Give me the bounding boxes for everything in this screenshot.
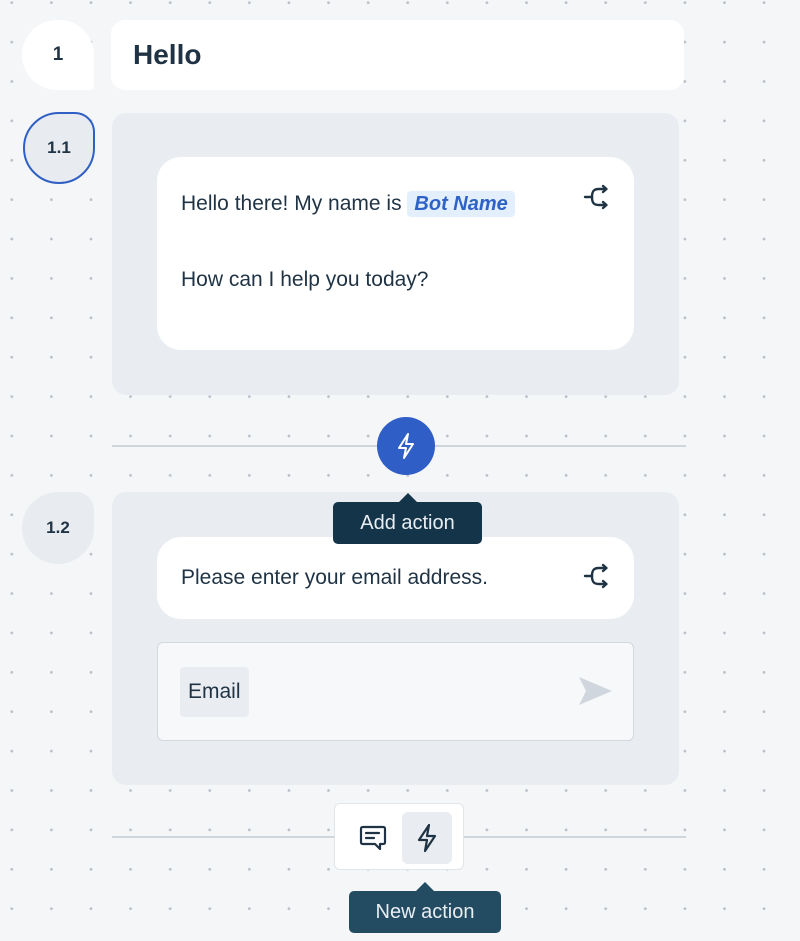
tooltip-text: Add action [360, 511, 455, 534]
message-text: Please enter your email address. [181, 566, 488, 589]
step-number: 1.2 [46, 518, 70, 537]
message-text: Hello there! My name is [181, 192, 408, 215]
add-action-tooltip: Add action [333, 493, 482, 544]
bot-message-bubble[interactable]: Please enter your email address. [157, 537, 634, 619]
step-number-badge[interactable]: 1 [22, 20, 94, 90]
new-action-picker [334, 803, 464, 870]
send-icon[interactable] [575, 673, 615, 709]
step-number-badge-selected[interactable]: 1.1 [23, 112, 95, 184]
input-type-chip: Email [180, 666, 249, 717]
variable-chip[interactable]: Bot Name [407, 191, 515, 217]
add-action-button[interactable] [377, 417, 435, 475]
lightning-icon [417, 823, 437, 853]
add-action-option-button[interactable] [402, 812, 452, 864]
branch-icon[interactable] [582, 183, 612, 211]
add-message-button[interactable] [349, 816, 397, 860]
message-icon [359, 825, 387, 851]
step-number: 1.1 [47, 138, 71, 157]
step-title-card[interactable]: Hello [111, 20, 684, 90]
step-number: 1 [52, 44, 64, 65]
lightning-icon [398, 433, 414, 459]
tooltip-text: New action [375, 900, 475, 923]
step-number-badge[interactable]: 1.2 [22, 492, 94, 564]
new-action-tooltip: New action [349, 882, 501, 933]
branch-icon[interactable] [582, 562, 612, 590]
step-title: Hello [133, 39, 202, 70]
bot-message-bubble[interactable]: Hello there! My name is Bot Name How can… [157, 157, 634, 350]
message-text: How can I help you today? [181, 268, 429, 291]
user-input-field[interactable]: Email [157, 642, 634, 741]
